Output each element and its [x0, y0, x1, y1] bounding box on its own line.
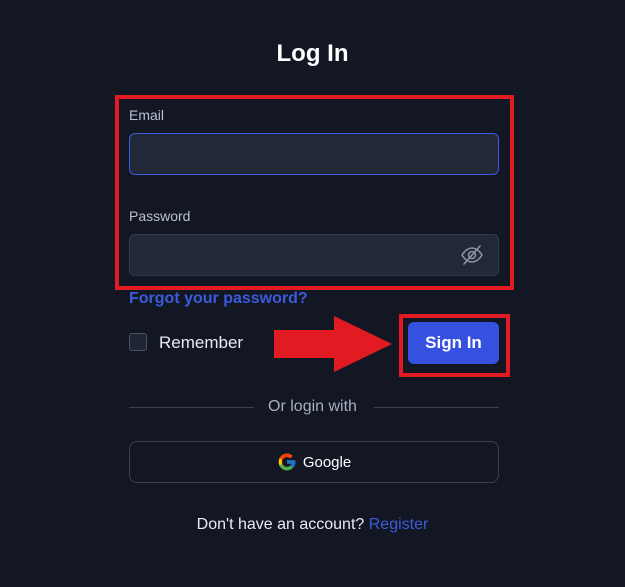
page-title: Log In	[276, 40, 349, 67]
email-field[interactable]	[129, 133, 499, 175]
google-button-label: Google	[302, 453, 352, 471]
register-prompt-text: Don't have an account?	[196, 516, 365, 533]
sign-in-button[interactable]: Sign In	[408, 322, 499, 364]
password-label: Password	[129, 208, 191, 224]
remember-checkbox[interactable]	[129, 333, 147, 351]
password-field[interactable]	[129, 234, 499, 276]
email-label: Email	[129, 107, 165, 123]
eye-slash-icon[interactable]	[460, 243, 484, 267]
divider-text: Or login with	[268, 398, 357, 415]
google-logo-icon	[278, 453, 296, 471]
register-link[interactable]: Register	[369, 516, 429, 533]
red-arrow-icon	[274, 316, 392, 372]
google-login-button[interactable]: Google	[129, 441, 499, 483]
forgot-password-link[interactable]: Forgot your password?	[129, 290, 308, 308]
divider-right	[374, 407, 499, 408]
register-prompt: Don't have an account? Register	[0, 516, 625, 534]
remember-label: Remember	[159, 333, 244, 352]
